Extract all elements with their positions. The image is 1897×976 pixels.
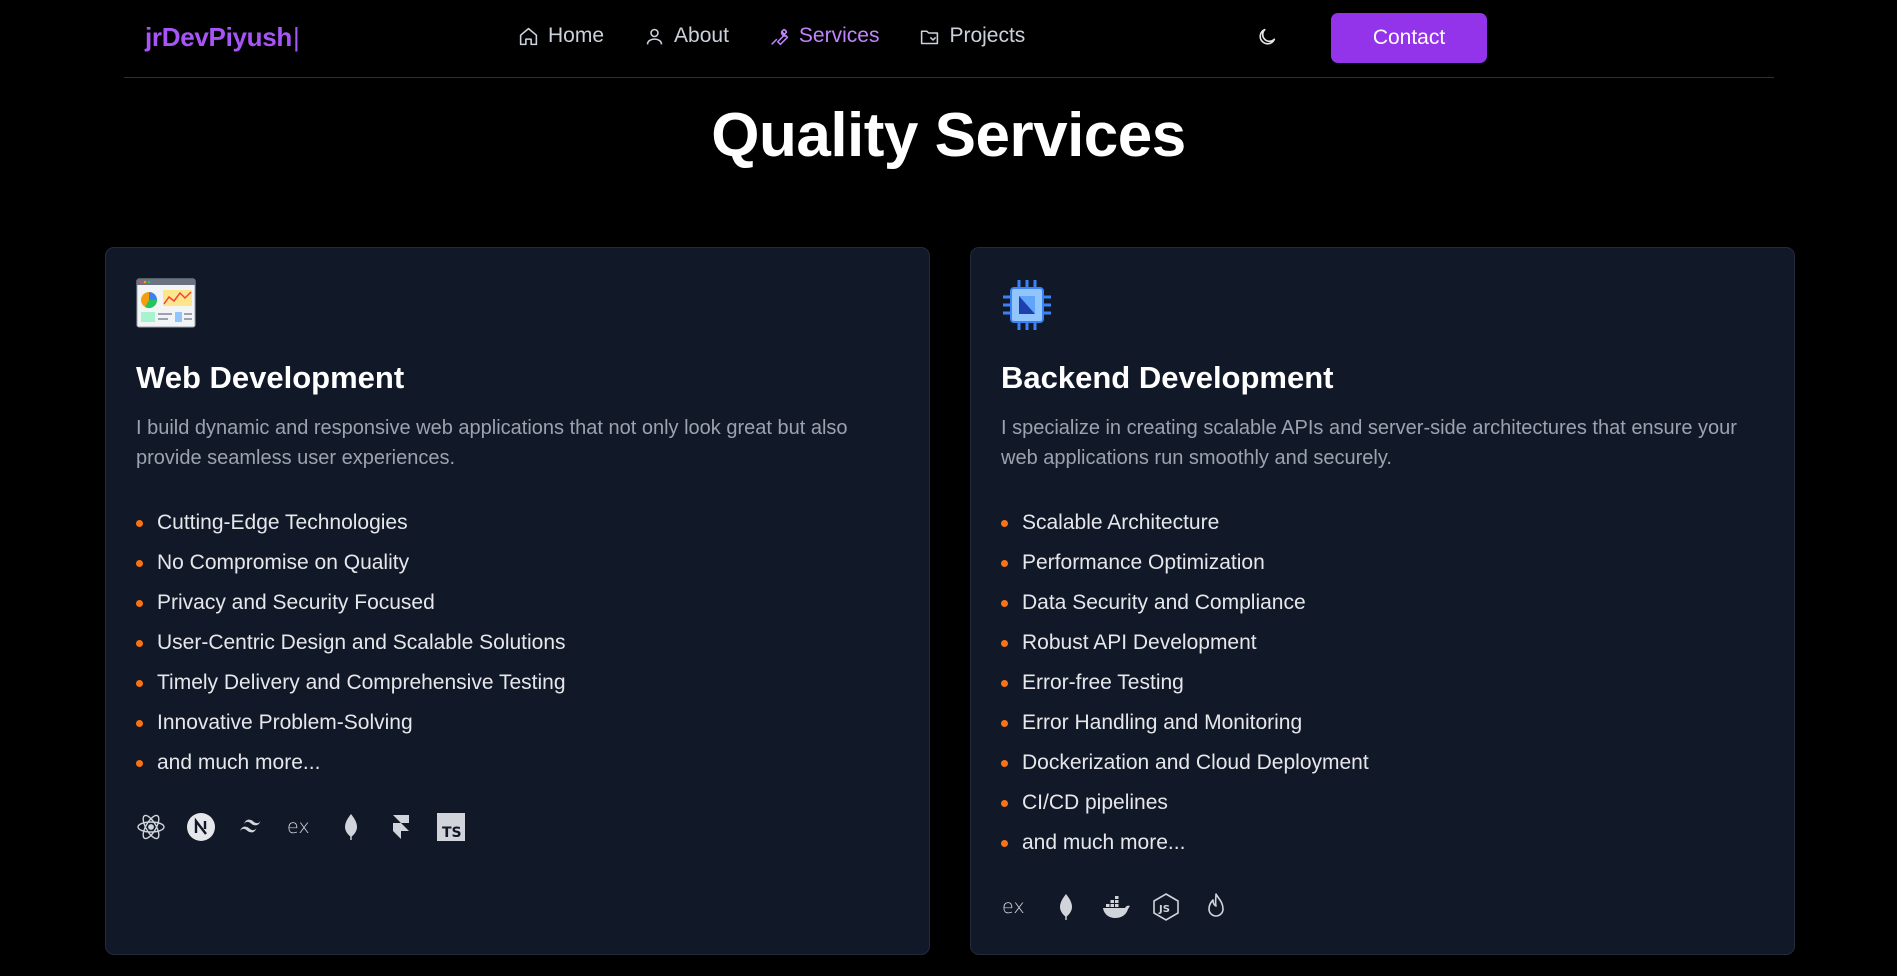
list-item: Error-free Testing [1001, 663, 1369, 703]
nav-item-label: Services [798, 24, 880, 47]
nav-item-label: About [674, 24, 729, 47]
list-item: and much more... [136, 743, 566, 783]
site-logo[interactable]: jrDevPiyush| [145, 22, 300, 53]
nav-item-label: Projects [949, 24, 1026, 47]
list-item: Robust API Development [1001, 623, 1369, 663]
bullet-dot [136, 559, 143, 567]
list-item: No Compromise on Quality [136, 543, 566, 583]
nav-item-home[interactable]: Home [518, 24, 604, 48]
service-card-web-development: Web Development I build dynamic and resp… [105, 247, 930, 955]
bullet-dot [1001, 639, 1008, 647]
mongodb-icon [336, 810, 366, 844]
dashboard-illustration-icon [136, 278, 196, 328]
list-item: Timely Delivery and Comprehensive Testin… [136, 663, 566, 703]
feature-list: Scalable Architecture Performance Optimi… [1001, 503, 1369, 863]
list-item: Privacy and Security Focused [136, 583, 566, 623]
bullet-dot [1001, 799, 1008, 807]
svg-text:ex: ex [287, 816, 310, 838]
bullet-dot [1001, 839, 1008, 847]
nextjs-icon [186, 810, 216, 844]
svg-text:ex: ex [1002, 896, 1025, 918]
tech-stack-icons: ex JS [1001, 890, 1231, 924]
home-icon [519, 27, 538, 45]
framer-icon [386, 810, 416, 844]
list-item: Performance Optimization [1001, 543, 1369, 583]
contact-button[interactable]: Contact [1331, 13, 1487, 63]
list-item: User-Centric Design and Scalable Solutio… [136, 623, 566, 663]
list-item: and much more... [1001, 823, 1369, 863]
firebase-icon [1201, 890, 1231, 924]
service-title: Web Development [136, 360, 405, 395]
service-description: I specialize in creating scalable APIs a… [1001, 417, 1737, 469]
express-icon: ex [1001, 890, 1031, 924]
tech-stack-icons: ex TS [136, 810, 466, 844]
list-item: Innovative Problem-Solving [136, 703, 566, 743]
bullet-dot [136, 719, 143, 727]
bullet-dot [1001, 519, 1008, 527]
express-icon: ex [286, 810, 316, 844]
bullet-dot [136, 759, 143, 767]
user-icon [646, 28, 663, 44]
list-item: Cutting-Edge Technologies [136, 503, 566, 543]
list-item: CI/CD pipelines [1001, 783, 1369, 823]
bullet-dot [136, 599, 143, 607]
theme-toggle-button[interactable] [1256, 26, 1282, 52]
bullet-dot [136, 519, 143, 527]
list-item: Data Security and Compliance [1001, 583, 1369, 623]
page-title: Quality Services [711, 101, 1186, 170]
main-menu: Home About Services Projects [518, 24, 1025, 48]
moon-icon [1259, 28, 1276, 45]
mongodb-icon [1051, 890, 1081, 924]
bullet-dot [1001, 599, 1008, 607]
bullet-dot [1001, 759, 1008, 767]
service-title: Backend Development [1001, 360, 1334, 395]
nav-item-services[interactable]: Services [769, 24, 880, 48]
wrench-icon [770, 28, 789, 45]
svg-text:TS: TS [442, 825, 462, 841]
tailwind-icon [236, 810, 266, 844]
typing-caret: | [293, 22, 300, 52]
list-item: Scalable Architecture [1001, 503, 1369, 543]
service-description: I build dynamic and responsive web appli… [136, 417, 848, 469]
nav-item-label: Home [548, 24, 605, 47]
bullet-dot [1001, 679, 1008, 687]
cpu-chip-icon [1001, 278, 1061, 330]
bullet-dot [136, 679, 143, 687]
nav-item-about[interactable]: About [644, 24, 729, 48]
list-item: Error Handling and Monitoring [1001, 703, 1369, 743]
nav-item-projects[interactable]: Projects [919, 24, 1025, 48]
svg-text:JS: JS [1158, 904, 1170, 915]
folder-icon [921, 29, 939, 44]
docker-icon [1101, 890, 1131, 924]
react-icon [136, 810, 166, 844]
typescript-icon: TS [436, 810, 466, 844]
bullet-dot [1001, 559, 1008, 567]
nodejs-icon: JS [1151, 890, 1181, 924]
feature-list: Cutting-Edge Technologies No Compromise … [136, 503, 566, 783]
service-card-backend-development: Backend Development I specialize in crea… [970, 247, 1795, 955]
list-item: Dockerization and Cloud Deployment [1001, 743, 1369, 783]
bullet-dot [136, 639, 143, 647]
bullet-dot [1001, 719, 1008, 727]
